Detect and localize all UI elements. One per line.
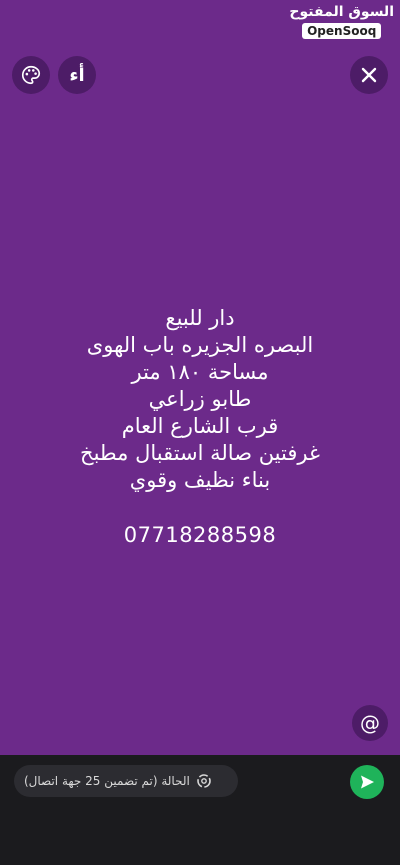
watermark-english: OpenSooq bbox=[302, 23, 382, 39]
send-icon bbox=[361, 775, 374, 789]
font-button[interactable]: أء bbox=[58, 56, 96, 94]
opensooq-watermark: السوق المفتوح OpenSooq bbox=[289, 4, 394, 39]
mention-button[interactable]: @ bbox=[352, 705, 388, 741]
at-icon: @ bbox=[360, 711, 380, 735]
status-line: مساحة ١٨٠ متر bbox=[131, 360, 269, 384]
palette-icon bbox=[22, 65, 41, 85]
audience-selector[interactable]: الحالة (تم تضمين 25 جهة اتصال) bbox=[14, 765, 238, 797]
close-button[interactable] bbox=[350, 56, 388, 94]
status-line: غرفتين صالة استقبال مطبخ bbox=[80, 441, 320, 465]
status-line: بناء نظيف وقوي bbox=[129, 468, 271, 492]
status-line: دار للبيع bbox=[165, 306, 235, 330]
font-icon: أء bbox=[69, 64, 85, 86]
send-button[interactable] bbox=[350, 765, 384, 799]
close-icon bbox=[361, 67, 377, 83]
watermark-arabic: السوق المفتوح bbox=[289, 4, 394, 20]
bottom-bar: الحالة (تم تضمين 25 جهة اتصال) bbox=[0, 755, 400, 865]
status-phone: 07718288598 bbox=[123, 523, 277, 547]
status-ring-icon bbox=[197, 774, 211, 788]
status-line: قرب الشارع العام bbox=[121, 414, 279, 438]
status-line: طابو زراعي bbox=[148, 387, 252, 411]
audience-label: الحالة (تم تضمين 25 جهة اتصال) bbox=[24, 774, 190, 788]
palette-button[interactable] bbox=[12, 56, 50, 94]
status-line: البصره الجزيره باب الهوى bbox=[86, 333, 314, 357]
status-text[interactable]: دار للبيع البصره الجزيره باب الهوى مساحة… bbox=[20, 305, 380, 549]
